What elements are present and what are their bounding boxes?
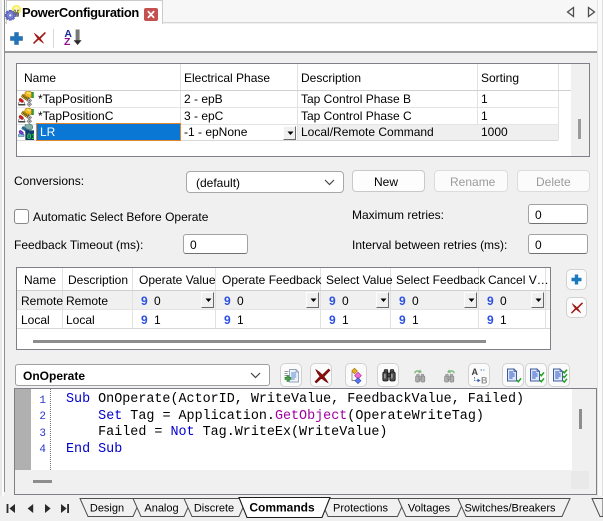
svg-text:Switches/Breakers: Switches/Breakers [464,503,556,515]
svg-text:A: A [472,367,479,377]
svg-text:B: B [481,376,488,386]
svg-text:Design: Design [90,503,124,515]
svg-text:Discrete: Discrete [194,503,234,515]
svg-text:Voltages: Voltages [408,503,451,515]
svg-text:Protections: Protections [333,503,389,515]
svg-text:Z: Z [64,36,71,47]
svg-text:01: 01 [27,134,34,140]
svg-text:Analog: Analog [144,503,178,515]
svg-text:Commands: Commands [249,501,315,515]
